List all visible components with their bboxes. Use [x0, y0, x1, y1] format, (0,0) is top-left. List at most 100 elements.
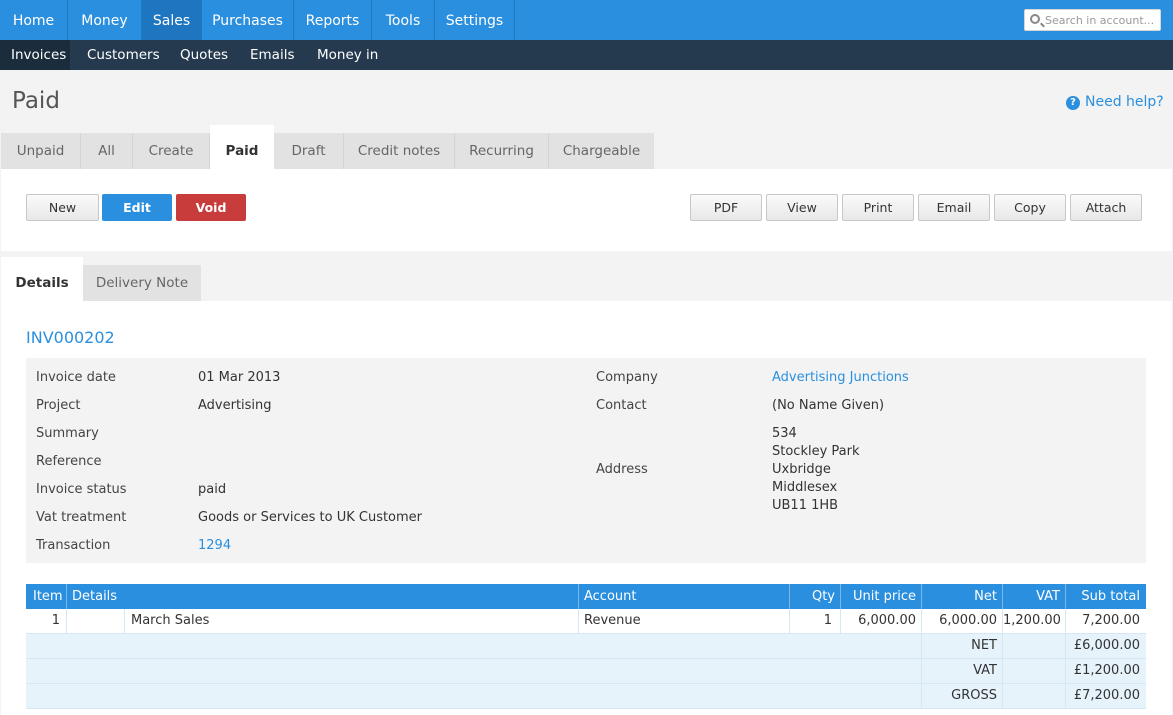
total-net-value: £6,000.00 — [1073, 638, 1140, 653]
nav-money[interactable]: Money — [68, 0, 142, 40]
col-account-header: Account — [584, 589, 637, 604]
invoice-id-link[interactable]: INV000202 — [26, 328, 115, 347]
item-sub-total: 7,200.00 — [1082, 613, 1140, 628]
address-line: UB11 1HB — [772, 498, 839, 513]
tab-details[interactable]: Details — [1, 257, 83, 301]
need-help-link[interactable]: ? Need help? — [1066, 94, 1164, 110]
contact-value: (No Name Given) — [772, 398, 885, 413]
transaction-link[interactable]: 1294 — [198, 538, 231, 553]
total-vat-label: VAT — [973, 663, 997, 678]
total-net-label: NET — [971, 638, 997, 653]
item-net: 6,000.00 — [939, 613, 997, 628]
account-search[interactable] — [1024, 9, 1161, 31]
nav-sales[interactable]: Sales — [142, 0, 202, 40]
status-value: paid — [198, 482, 227, 497]
item-vat: 1,200.00 — [1003, 613, 1061, 628]
col-qty-header: Qty — [811, 589, 835, 604]
item-unit-price: 6,000.00 — [858, 613, 916, 628]
item-details: March Sales — [131, 613, 210, 628]
need-help-label: Need help? — [1085, 94, 1164, 110]
project-label: Project — [36, 398, 81, 413]
column-divider — [1002, 659, 1003, 684]
table-row: 1 March Sales Revenue 1 6,000.00 6,000.0… — [26, 609, 1146, 634]
invoice-date-label: Invoice date — [36, 370, 116, 385]
address-line: Uxbridge — [772, 462, 831, 477]
edit-button[interactable]: Edit — [102, 194, 172, 221]
col-sub-total-header: Sub total — [1081, 589, 1140, 604]
tab-draft[interactable]: Draft — [274, 133, 344, 169]
subnav-quotes[interactable]: Quotes — [180, 40, 228, 70]
nav-reports[interactable]: Reports — [294, 0, 372, 40]
tab-all[interactable]: All — [81, 133, 133, 169]
top-nav: Home Money Sales Purchases Reports Tools… — [0, 0, 1173, 40]
transaction-label: Transaction — [36, 538, 111, 553]
copy-button[interactable]: Copy — [994, 194, 1066, 221]
nav-tools[interactable]: Tools — [372, 0, 435, 40]
col-unit-price-header: Unit price — [853, 589, 916, 604]
action-panel: New Edit Void PDF View Print Email Copy … — [1, 169, 1172, 251]
attach-button[interactable]: Attach — [1070, 194, 1142, 221]
invoice-date-value: 01 Mar 2013 — [198, 370, 281, 385]
search-input[interactable] — [1045, 11, 1159, 29]
column-divider — [66, 584, 67, 609]
total-vat-value: £1,200.00 — [1073, 663, 1140, 678]
column-divider — [1002, 684, 1003, 709]
tab-create[interactable]: Create — [133, 133, 210, 169]
address-line: Middlesex — [772, 480, 838, 495]
nav-settings[interactable]: Settings — [435, 0, 515, 40]
tab-unpaid[interactable]: Unpaid — [1, 133, 81, 169]
column-divider — [66, 609, 67, 634]
subnav-customers[interactable]: Customers — [87, 40, 160, 70]
print-button[interactable]: Print — [842, 194, 914, 221]
column-divider — [578, 609, 579, 634]
vat-treatment-label: Vat treatment — [36, 510, 127, 525]
question-circle-icon: ? — [1066, 96, 1080, 110]
summary-label: Summary — [36, 426, 99, 441]
nav-home[interactable]: Home — [0, 0, 68, 40]
address-line: 534 — [772, 426, 797, 441]
total-row-gross: GROSS £7,200.00 — [26, 684, 1146, 709]
email-button[interactable]: Email — [918, 194, 990, 221]
item-qty: 1 — [823, 613, 832, 628]
project-value: Advertising — [198, 398, 272, 413]
tab-paid[interactable]: Paid — [210, 125, 274, 169]
item-number: 1 — [51, 613, 60, 628]
reference-label: Reference — [36, 454, 102, 469]
total-row-net: NET £6,000.00 — [26, 634, 1146, 659]
vat-treatment-value: Goods or Services to UK Customer — [198, 510, 423, 525]
column-divider — [1002, 634, 1003, 659]
total-gross-label: GROSS — [951, 688, 997, 703]
invoice-details: Invoice date 01 Mar 2013 Project Adverti… — [26, 358, 1146, 563]
item-account: Revenue — [584, 613, 641, 628]
tab-recurring[interactable]: Recurring — [455, 133, 549, 169]
tab-chargeable[interactable]: Chargeable — [549, 133, 654, 169]
sub-nav: Invoices Customers Quotes Emails Money i… — [0, 40, 1173, 70]
search-icon — [1030, 14, 1040, 24]
void-button[interactable]: Void — [176, 194, 246, 221]
page-title: Paid — [12, 88, 60, 114]
status-label: Invoice status — [36, 482, 127, 497]
subnav-money-in[interactable]: Money in — [317, 40, 378, 70]
company-link[interactable]: Advertising Junctions — [772, 370, 909, 385]
nav-purchases[interactable]: Purchases — [202, 0, 294, 40]
col-vat-header: VAT — [1036, 589, 1060, 604]
col-net-header: Net — [974, 589, 997, 604]
pdf-button[interactable]: PDF — [690, 194, 762, 221]
address-line: Stockley Park — [772, 444, 860, 459]
line-items-header: Item Details Account Qty Unit price Net … — [26, 584, 1146, 609]
col-item-header: Item — [33, 589, 63, 604]
contact-label: Contact — [596, 398, 647, 413]
tab-credit-notes[interactable]: Credit notes — [344, 133, 455, 169]
company-label: Company — [596, 370, 658, 385]
address-label: Address — [596, 462, 648, 477]
subnav-emails[interactable]: Emails — [250, 40, 295, 70]
total-row-vat: VAT £1,200.00 — [26, 659, 1146, 684]
tab-delivery-note[interactable]: Delivery Note — [83, 265, 201, 301]
col-details-header: Details — [72, 589, 118, 604]
total-gross-value: £7,200.00 — [1073, 688, 1140, 703]
view-button[interactable]: View — [766, 194, 838, 221]
subnav-invoices[interactable]: Invoices — [0, 40, 70, 70]
column-divider — [578, 584, 579, 609]
column-divider — [124, 609, 125, 634]
new-button[interactable]: New — [26, 194, 99, 221]
